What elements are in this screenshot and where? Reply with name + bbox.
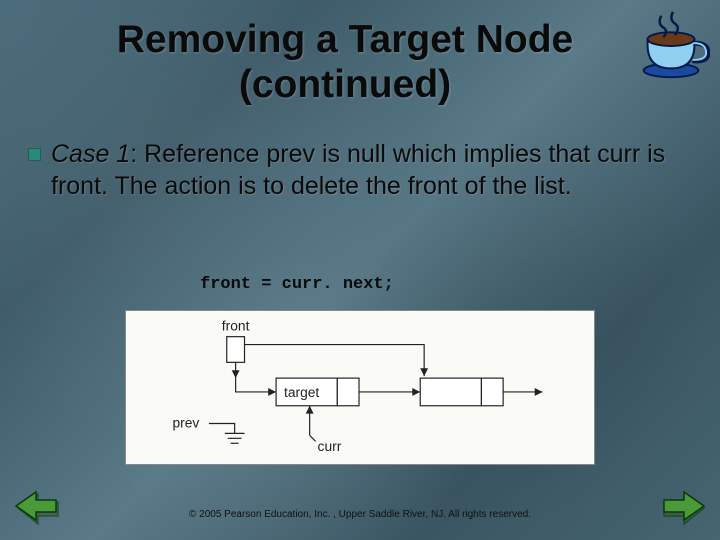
prev-slide-button[interactable] xyxy=(14,486,60,526)
prev-arrow-icon xyxy=(14,486,60,526)
next-slide-button[interactable] xyxy=(660,486,706,526)
slide-title: Removing a Target Node (continued) xyxy=(60,18,630,108)
body-paragraph: Case 1: Reference prev is null which imp… xyxy=(51,138,696,202)
copyright-footer: © 2005 Pearson Education, Inc. , Upper S… xyxy=(0,509,720,520)
body-text-content: : Reference prev is null which implies t… xyxy=(51,140,665,200)
case-label: Case 1 xyxy=(51,140,130,168)
linked-list-diagram: front target prev curr xyxy=(125,310,595,465)
code-snippet: front = curr. next; xyxy=(200,275,394,294)
next-arrow-icon xyxy=(660,486,706,526)
bullet-item: Case 1: Reference prev is null which imp… xyxy=(28,138,696,202)
diagram-prev-label: prev xyxy=(172,414,199,430)
diagram-target-label: target xyxy=(284,384,319,400)
diagram-curr-label: curr xyxy=(318,438,342,454)
bullet-marker-icon xyxy=(28,148,41,161)
coffee-cup-icon xyxy=(632,6,710,84)
diagram-front-label: front xyxy=(222,318,250,334)
